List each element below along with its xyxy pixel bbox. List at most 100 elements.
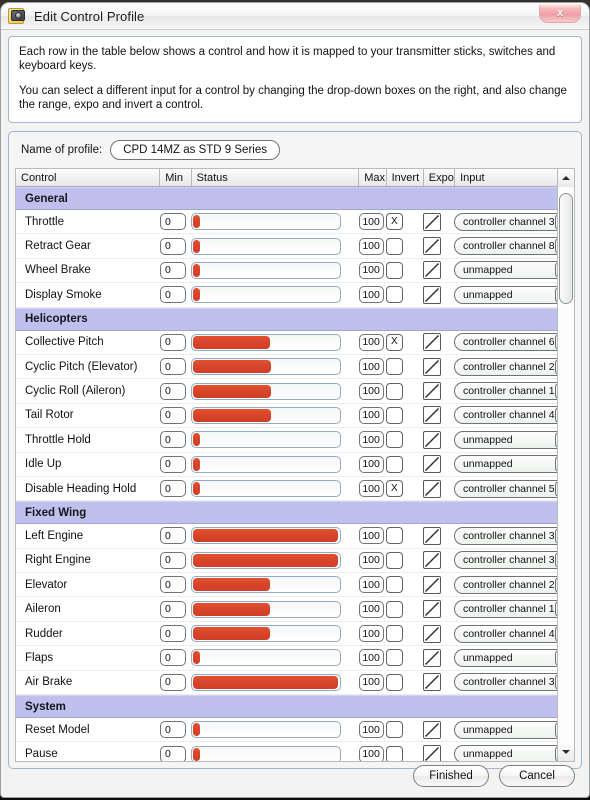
expo-icon[interactable] <box>422 261 441 280</box>
status-bar[interactable] <box>191 576 342 594</box>
column-header-min[interactable]: Min <box>160 169 192 186</box>
status-bar[interactable] <box>191 358 342 376</box>
min-input[interactable]: 0 <box>160 455 187 473</box>
max-input[interactable]: 100 <box>358 358 384 376</box>
status-bar[interactable] <box>191 455 342 473</box>
input-dropdown[interactable]: controller channel 1 <box>453 382 574 401</box>
column-header-control[interactable]: Control <box>16 169 161 186</box>
max-input[interactable]: 100 <box>358 382 384 400</box>
status-bar[interactable] <box>191 261 342 279</box>
input-dropdown[interactable]: unmapped <box>453 261 574 280</box>
invert-checkbox[interactable]: X <box>385 480 403 498</box>
min-input[interactable]: 0 <box>160 600 187 618</box>
invert-checkbox[interactable] <box>385 600 403 618</box>
expo-icon[interactable] <box>422 430 441 449</box>
table-row[interactable]: Throttle Hold 0 100 unmapped <box>16 428 574 453</box>
invert-checkbox[interactable]: X <box>385 333 403 351</box>
min-input[interactable]: 0 <box>160 625 187 643</box>
invert-checkbox[interactable] <box>385 406 403 424</box>
invert-checkbox[interactable]: X <box>385 213 403 231</box>
table-row[interactable]: Right Engine 0 100 controller channel 3 <box>16 549 574 574</box>
input-dropdown[interactable]: unmapped <box>453 455 574 474</box>
table-row[interactable]: Cyclic Pitch (Elevator) 0 100 controller ch… <box>16 355 574 380</box>
invert-checkbox[interactable] <box>385 237 403 255</box>
table-row[interactable]: Elevator 0 100 controller channel 2 <box>16 573 574 598</box>
expo-icon[interactable] <box>422 526 441 545</box>
input-dropdown[interactable]: unmapped <box>453 285 574 304</box>
status-bar[interactable] <box>191 286 342 304</box>
max-input[interactable]: 100 <box>358 551 384 569</box>
max-input[interactable]: 100 <box>358 237 384 255</box>
finished-button[interactable]: Finished <box>413 765 489 787</box>
input-dropdown[interactable]: controller channel 8 <box>453 237 574 256</box>
input-dropdown[interactable]: unmapped <box>453 648 574 667</box>
expo-icon[interactable] <box>422 212 441 231</box>
max-input[interactable]: 100 <box>358 261 384 279</box>
min-input[interactable]: 0 <box>160 673 187 691</box>
table-row[interactable]: Left Engine 0 100 controller channel 3 <box>16 524 574 549</box>
min-input[interactable]: 0 <box>160 527 187 545</box>
status-bar[interactable] <box>191 527 342 545</box>
invert-checkbox[interactable] <box>385 382 403 400</box>
max-input[interactable]: 100 <box>358 673 384 691</box>
min-input[interactable]: 0 <box>160 213 187 231</box>
table-row[interactable]: Air Brake 0 100 controller channel 3 <box>16 671 574 696</box>
min-input[interactable]: 0 <box>160 333 187 351</box>
table-row[interactable]: Wheel Brake 0 100 unmapped <box>16 259 574 284</box>
status-bar[interactable] <box>191 333 342 351</box>
expo-icon[interactable] <box>422 237 441 256</box>
max-input[interactable]: 100 <box>358 406 384 424</box>
status-bar[interactable] <box>191 406 342 424</box>
expo-icon[interactable] <box>422 720 441 739</box>
input-dropdown[interactable]: controller channel 3 <box>453 673 574 692</box>
max-input[interactable]: 100 <box>358 527 384 545</box>
invert-checkbox[interactable] <box>385 431 403 449</box>
input-dropdown[interactable]: controller channel 3 <box>453 551 574 570</box>
status-bar[interactable] <box>191 625 342 643</box>
expo-icon[interactable] <box>422 624 441 643</box>
status-bar[interactable] <box>191 673 342 691</box>
cancel-button[interactable]: Cancel <box>499 765 575 787</box>
scrollbar-thumb[interactable] <box>559 192 573 304</box>
expo-icon[interactable] <box>422 357 441 376</box>
max-input[interactable]: 100 <box>358 455 384 473</box>
max-input[interactable]: 100 <box>358 600 384 618</box>
expo-icon[interactable] <box>422 382 441 401</box>
input-dropdown[interactable]: controller channel 5 <box>453 479 574 498</box>
column-header-invert[interactable]: Invert <box>386 169 424 186</box>
expo-icon[interactable] <box>422 648 441 667</box>
invert-checkbox[interactable] <box>385 576 403 594</box>
table-row[interactable]: Aileron 0 100 controller channel 1 <box>16 597 574 622</box>
invert-checkbox[interactable] <box>385 286 403 304</box>
table-row[interactable]: Display Smoke 0 100 unmapped <box>16 283 574 308</box>
input-dropdown[interactable]: controller channel 2 <box>453 575 574 594</box>
min-input[interactable]: 0 <box>160 480 187 498</box>
status-bar[interactable] <box>191 382 342 400</box>
min-input[interactable]: 0 <box>160 237 187 255</box>
max-input[interactable]: 100 <box>358 480 384 498</box>
min-input[interactable]: 0 <box>160 576 187 594</box>
input-dropdown[interactable]: controller channel 4 <box>453 624 574 643</box>
invert-checkbox[interactable] <box>385 527 403 545</box>
max-input[interactable]: 100 <box>358 333 384 351</box>
min-input[interactable]: 0 <box>160 649 187 667</box>
expo-icon[interactable] <box>422 406 441 425</box>
scroll-up-button[interactable] <box>558 169 574 187</box>
table-row[interactable]: Throttle 0 100 Xcontroller channel 3 <box>16 210 574 235</box>
min-input[interactable]: 0 <box>160 721 187 739</box>
table-row[interactable]: Disable Heading Hold 0 100 Xcontroller chan… <box>16 477 574 502</box>
table-row[interactable]: Idle Up 0 100 unmapped <box>16 453 574 477</box>
status-bar[interactable] <box>191 649 342 667</box>
max-input[interactable]: 100 <box>358 576 384 594</box>
min-input[interactable]: 0 <box>160 382 187 400</box>
status-bar[interactable] <box>191 600 342 618</box>
min-input[interactable]: 0 <box>160 431 187 449</box>
max-input[interactable]: 100 <box>358 625 384 643</box>
invert-checkbox[interactable] <box>385 358 403 376</box>
expo-icon[interactable] <box>422 479 441 498</box>
scrollbar-track[interactable] <box>558 187 574 743</box>
table-row[interactable]: Cyclic Roll (Aileron) 0 100 controller chan… <box>16 379 574 404</box>
expo-icon[interactable] <box>422 575 441 594</box>
min-input[interactable]: 0 <box>160 286 187 304</box>
invert-checkbox[interactable] <box>385 551 403 569</box>
